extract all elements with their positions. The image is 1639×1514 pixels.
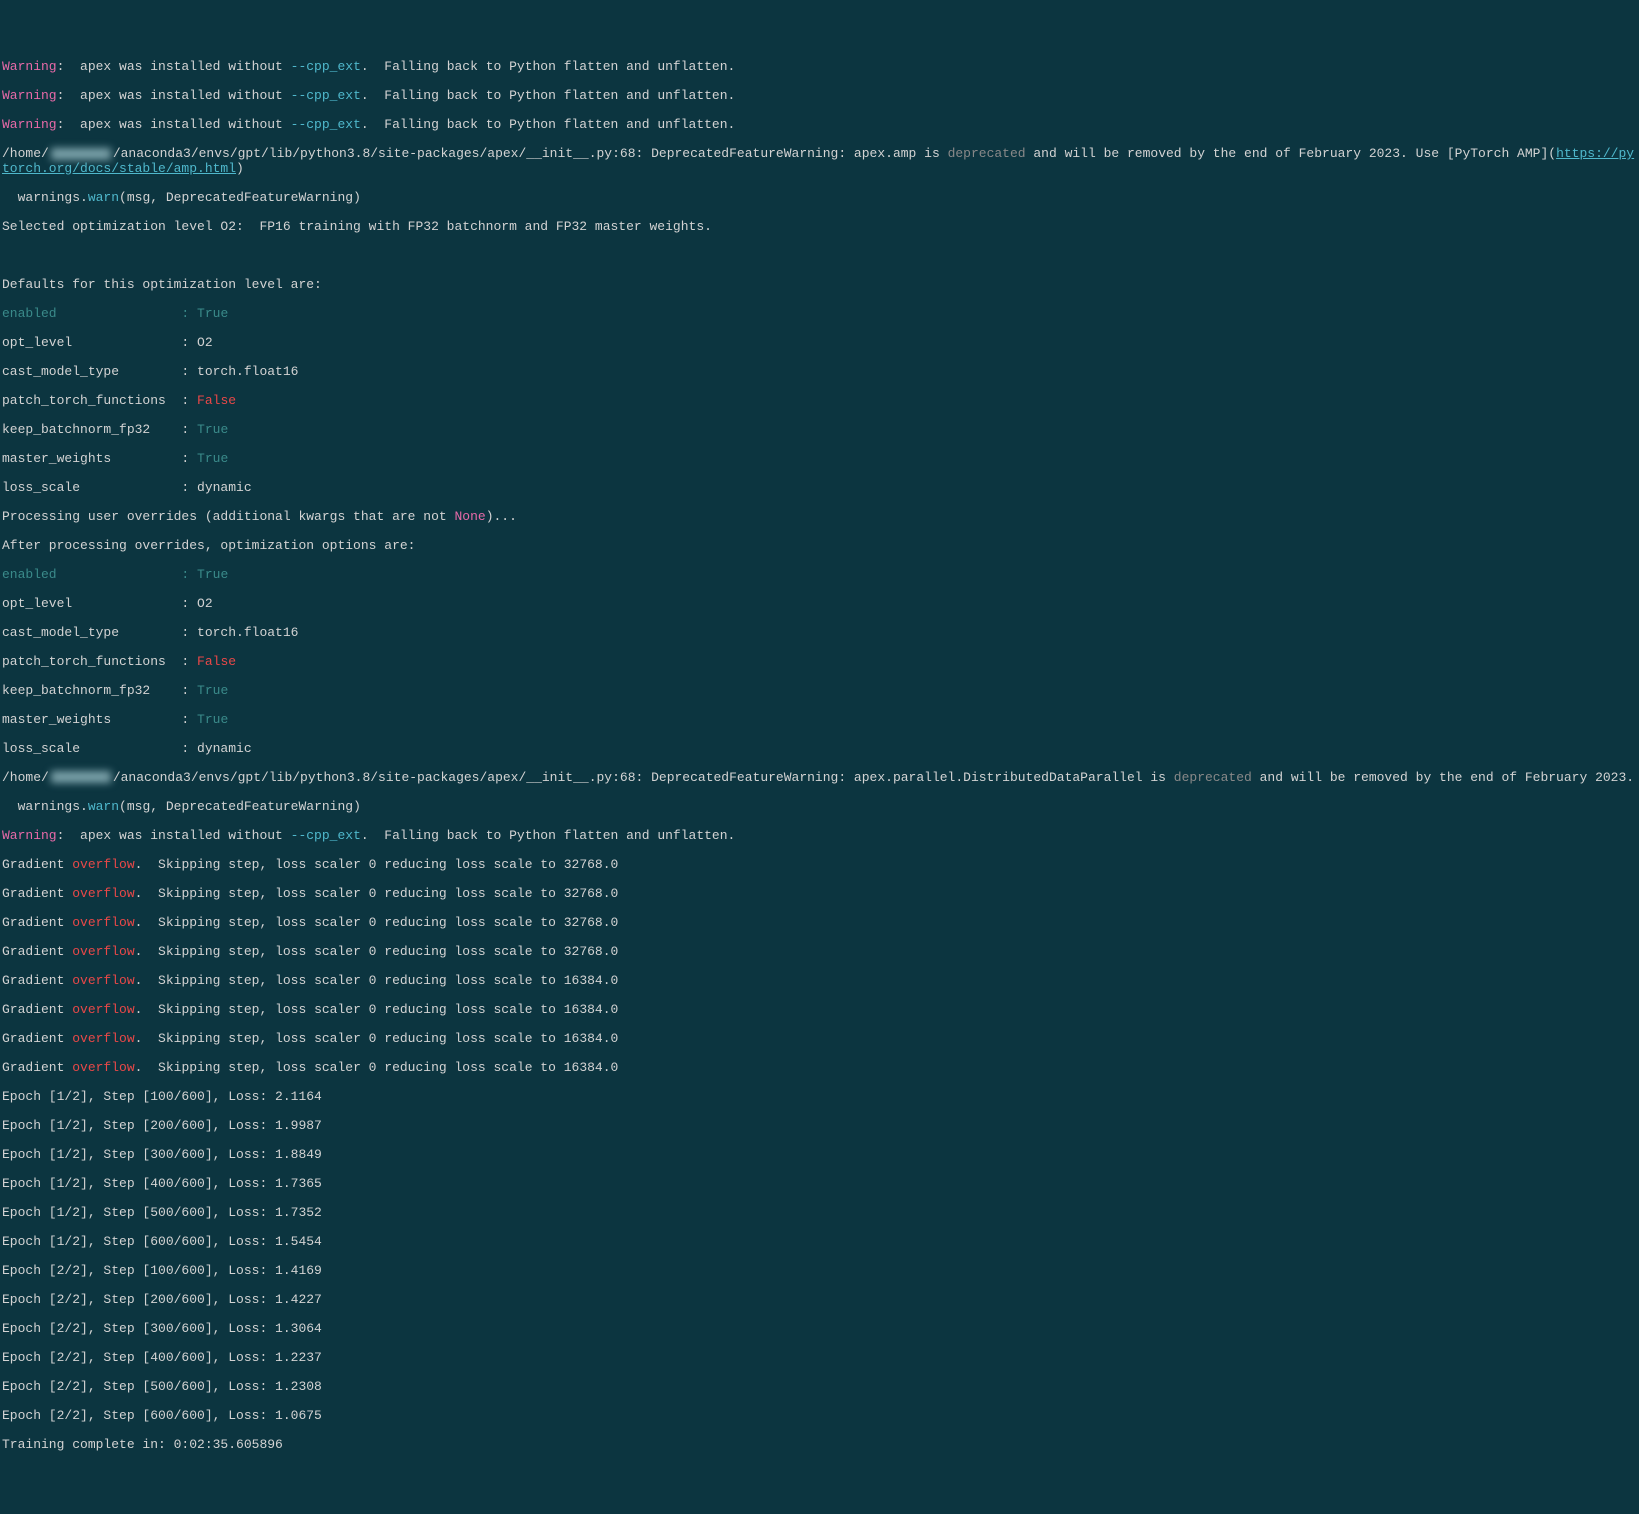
gradient-overflow-line: Gradient overflow. Skipping step, loss s… [2, 1003, 1637, 1018]
selected-opt-line: Selected optimization level O2: FP16 tra… [2, 220, 1637, 235]
warning-label: Warning [2, 88, 57, 103]
epoch-line: Epoch [1/2], Step [300/600], Loss: 1.884… [2, 1148, 1637, 1163]
epoch-line: Epoch [1/2], Step [500/600], Loss: 1.735… [2, 1206, 1637, 1221]
overflow-label: overflow [72, 1002, 134, 1017]
gradient-overflow-line: Gradient overflow. Skipping step, loss s… [2, 974, 1637, 989]
redacted-username [51, 771, 111, 783]
warning-line: Warning: apex was installed without --cp… [2, 60, 1637, 75]
gradient-overflow-line: Gradient overflow. Skipping step, loss s… [2, 887, 1637, 902]
overflow-label: overflow [72, 886, 134, 901]
deprecated-label: deprecated [1174, 770, 1252, 785]
gradient-overflow-line: Gradient overflow. Skipping step, loss s… [2, 1061, 1637, 1076]
training-complete-line: Training complete in: 0:02:35.605896 [2, 1438, 1637, 1453]
cpp-ext-flag: --cpp_ext [291, 828, 361, 843]
gradient-overflow-line: Gradient overflow. Skipping step, loss s… [2, 945, 1637, 960]
false-value: False [197, 393, 236, 408]
epoch-line: Epoch [1/2], Step [400/600], Loss: 1.736… [2, 1177, 1637, 1192]
cpp-ext-flag: --cpp_ext [291, 59, 361, 74]
master-weights-line: master_weights : True [2, 713, 1637, 728]
blank-line [2, 249, 1637, 264]
epoch-line: Epoch [2/2], Step [400/600], Loss: 1.223… [2, 1351, 1637, 1366]
cpp-ext-flag: --cpp_ext [291, 88, 361, 103]
warning-label: Warning [2, 117, 57, 132]
patch-torch-line: patch_torch_functions : False [2, 394, 1637, 409]
gradient-overflow-line: Gradient overflow. Skipping step, loss s… [2, 858, 1637, 873]
after-processing-header: After processing overrides, optimization… [2, 539, 1637, 554]
keep-bn-line: keep_batchnorm_fp32 : True [2, 423, 1637, 438]
epoch-line: Epoch [2/2], Step [600/600], Loss: 1.067… [2, 1409, 1637, 1424]
warnings-warn-line: warnings.warn(msg, DeprecatedFeatureWarn… [2, 800, 1637, 815]
opt-level-line: opt_level : O2 [2, 336, 1637, 351]
loss-scale-line: loss_scale : dynamic [2, 742, 1637, 757]
overflow-label: overflow [72, 915, 134, 930]
epoch-line: Epoch [1/2], Step [100/600], Loss: 2.116… [2, 1090, 1637, 1105]
cpp-ext-flag: --cpp_ext [291, 117, 361, 132]
deprecated-label: deprecated [948, 146, 1026, 161]
redacted-username [51, 148, 111, 160]
false-value: False [197, 654, 236, 669]
master-weights-line: master_weights : True [2, 452, 1637, 467]
warning-line: Warning: apex was installed without --cp… [2, 89, 1637, 104]
overflow-label: overflow [72, 944, 134, 959]
epoch-line: Epoch [1/2], Step [600/600], Loss: 1.545… [2, 1235, 1637, 1250]
overflow-label: overflow [72, 973, 134, 988]
epoch-line: Epoch [2/2], Step [100/600], Loss: 1.416… [2, 1264, 1637, 1279]
keep-bn-line: keep_batchnorm_fp32 : True [2, 684, 1637, 699]
warnings-warn-line: warnings.warn(msg, DeprecatedFeatureWarn… [2, 191, 1637, 206]
defaults-header: Defaults for this optimization level are… [2, 278, 1637, 293]
loss-scale-line: loss_scale : dynamic [2, 481, 1637, 496]
epoch-line: Epoch [2/2], Step [500/600], Loss: 1.230… [2, 1380, 1637, 1395]
warning-label: Warning [2, 828, 57, 843]
enabled-line: enabled : True [2, 307, 1637, 322]
none-keyword: None [454, 509, 485, 524]
epoch-line: Epoch [2/2], Step [300/600], Loss: 1.306… [2, 1322, 1637, 1337]
epoch-line: Epoch [1/2], Step [200/600], Loss: 1.998… [2, 1119, 1637, 1134]
warning-label: Warning [2, 59, 57, 74]
epoch-line: Epoch [2/2], Step [200/600], Loss: 1.422… [2, 1293, 1637, 1308]
overflow-label: overflow [72, 1031, 134, 1046]
overflow-label: overflow [72, 857, 134, 872]
cast-model-line: cast_model_type : torch.float16 [2, 626, 1637, 641]
patch-torch-line: patch_torch_functions : False [2, 655, 1637, 670]
deprecated-warning-line: /home//anaconda3/envs/gpt/lib/python3.8/… [2, 147, 1637, 176]
enabled-line: enabled : True [2, 568, 1637, 583]
cast-model-line: cast_model_type : torch.float16 [2, 365, 1637, 380]
overflow-label: overflow [72, 1060, 134, 1075]
gradient-overflow-line: Gradient overflow. Skipping step, loss s… [2, 916, 1637, 931]
opt-level-line: opt_level : O2 [2, 597, 1637, 612]
deprecated-warning-line: /home//anaconda3/envs/gpt/lib/python3.8/… [2, 771, 1637, 786]
gradient-overflow-line: Gradient overflow. Skipping step, loss s… [2, 1032, 1637, 1047]
warning-line: Warning: apex was installed without --cp… [2, 829, 1637, 844]
processing-line: Processing user overrides (additional kw… [2, 510, 1637, 525]
warning-line: Warning: apex was installed without --cp… [2, 118, 1637, 133]
